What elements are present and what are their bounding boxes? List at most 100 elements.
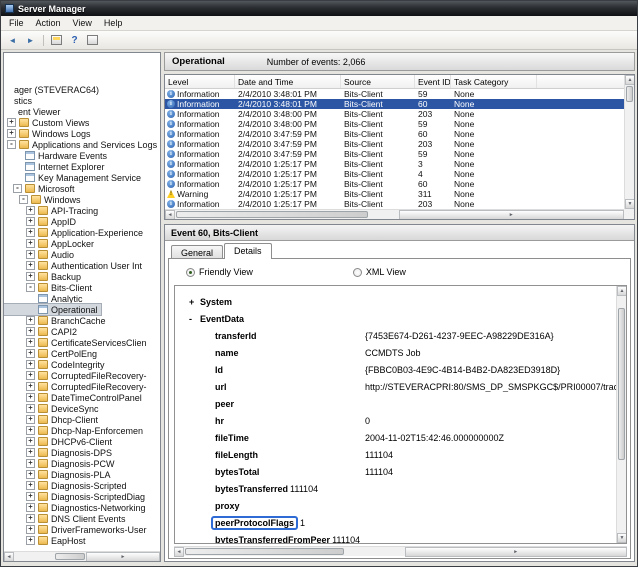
event-row[interactable]: Information 2/4/2010 1:25:17 PM Bits-Cli… bbox=[165, 169, 624, 179]
expand-toggle-icon[interactable]: + bbox=[26, 503, 35, 512]
menu-item[interactable]: Help bbox=[98, 17, 129, 29]
tree-item[interactable]: + DHCPv6-Client bbox=[4, 436, 115, 447]
event-list-horizontal-scrollbar[interactable] bbox=[165, 209, 624, 219]
tree-item[interactable]: + DateTimeControlPanel bbox=[4, 392, 145, 403]
expand-toggle-icon[interactable]: + bbox=[26, 261, 35, 270]
friendly-view-horizontal-scrollbar[interactable] bbox=[174, 546, 627, 556]
tree-item[interactable]: + CodeIntegrity bbox=[4, 359, 108, 370]
expand-toggle-icon[interactable]: + bbox=[26, 492, 35, 501]
menu-item[interactable]: View bbox=[67, 17, 98, 29]
column-header[interactable]: Level bbox=[165, 75, 235, 88]
expand-toggle-icon[interactable]: - bbox=[7, 140, 16, 149]
expand-toggle-icon[interactable]: + bbox=[26, 349, 35, 358]
tree-item[interactable]: + Dhcp-Client bbox=[4, 414, 101, 425]
forward-icon[interactable]: ► bbox=[23, 33, 38, 47]
expand-toggle-icon[interactable]: + bbox=[26, 514, 35, 523]
expand-toggle-icon[interactable]: + bbox=[26, 371, 35, 380]
expand-toggle-icon[interactable]: + bbox=[26, 404, 35, 413]
tree-item[interactable]: + API-Tracing bbox=[4, 205, 101, 216]
tree-horizontal-scrollbar[interactable] bbox=[4, 551, 160, 561]
tree-item[interactable]: + EapHost bbox=[4, 535, 89, 546]
event-row[interactable]: Information 2/4/2010 3:47:59 PM Bits-Cli… bbox=[165, 129, 624, 139]
tree-item[interactable]: Key Management Service bbox=[4, 172, 144, 183]
tree-item[interactable]: + DriverFrameworks-User bbox=[4, 524, 150, 535]
tree-item[interactable]: + Authentication User Int bbox=[4, 260, 145, 271]
friendly-view-radio[interactable] bbox=[186, 268, 195, 277]
event-row[interactable]: Information 2/4/2010 1:25:17 PM Bits-Cli… bbox=[165, 179, 624, 189]
menu-item[interactable]: File bbox=[3, 17, 30, 29]
expand-toggle-icon[interactable]: + bbox=[26, 393, 35, 402]
expand-toggle-icon[interactable]: + bbox=[26, 525, 35, 534]
tree-item[interactable]: + Application-Experience bbox=[4, 227, 146, 238]
tree-item[interactable]: + Diagnosis-PLA bbox=[4, 469, 114, 480]
section-expand-sign[interactable]: - bbox=[189, 314, 200, 324]
scrollbar-thumb[interactable] bbox=[55, 553, 85, 560]
tree-item[interactable]: - Bits-Client bbox=[4, 282, 95, 293]
scrollbar-track[interactable] bbox=[184, 547, 405, 556]
event-row[interactable]: Information 2/4/2010 3:47:59 PM Bits-Cli… bbox=[165, 139, 624, 149]
expand-toggle-icon[interactable]: + bbox=[26, 459, 35, 468]
tree-item[interactable]: + CorruptedFileRecovery- bbox=[4, 370, 150, 381]
action-pane-toggle-icon[interactable] bbox=[85, 33, 100, 47]
scroll-right-button[interactable] bbox=[399, 210, 625, 220]
event-row[interactable]: Information 2/4/2010 3:48:00 PM Bits-Cli… bbox=[165, 109, 624, 119]
expand-toggle-icon[interactable]: + bbox=[26, 228, 35, 237]
scrollbar-track[interactable] bbox=[625, 85, 634, 199]
tree-item[interactable]: + Audio bbox=[4, 249, 77, 260]
scroll-down-button[interactable] bbox=[617, 533, 627, 543]
tree-item[interactable]: + BranchCache bbox=[4, 315, 109, 326]
expand-toggle-icon[interactable]: + bbox=[26, 206, 35, 215]
tree-item[interactable]: - Windows bbox=[4, 194, 84, 205]
expand-toggle-icon[interactable]: + bbox=[26, 437, 35, 446]
column-header[interactable]: Task Category bbox=[451, 75, 537, 88]
scrollbar-thumb[interactable] bbox=[618, 308, 625, 460]
tree-item[interactable]: + Diagnosis-ScriptedDiag bbox=[4, 491, 148, 502]
scroll-up-button[interactable] bbox=[625, 75, 635, 85]
back-icon[interactable]: ◄ bbox=[5, 33, 20, 47]
tree-item[interactable]: Hardware Events bbox=[4, 150, 110, 161]
tree-item[interactable]: + Windows Logs bbox=[4, 128, 94, 139]
expand-toggle-icon[interactable]: + bbox=[26, 217, 35, 226]
fv-section-row[interactable]: + System bbox=[183, 293, 616, 310]
tree-item[interactable]: ent Viewer bbox=[4, 106, 63, 117]
column-header[interactable]: Source bbox=[341, 75, 415, 88]
tree-item[interactable]: + DeviceSync bbox=[4, 403, 102, 414]
tree-item[interactable]: + Diagnosis-PCW bbox=[4, 458, 118, 469]
tree-item[interactable]: + Dhcp-Nap-Enforcemen bbox=[4, 425, 146, 436]
expand-toggle-icon[interactable]: + bbox=[26, 536, 35, 545]
expand-toggle-icon[interactable]: - bbox=[19, 195, 28, 204]
expand-toggle-icon[interactable]: + bbox=[26, 239, 35, 248]
scroll-down-button[interactable] bbox=[625, 199, 635, 209]
scroll-right-button[interactable] bbox=[405, 547, 628, 557]
tree-item[interactable]: Operational bbox=[4, 304, 101, 315]
scrollbar-track[interactable] bbox=[175, 210, 399, 219]
tree-item[interactable]: + CorruptedFileRecovery- bbox=[4, 381, 150, 392]
help-icon[interactable]: ? bbox=[67, 33, 82, 47]
scroll-right-button[interactable] bbox=[86, 552, 160, 562]
scrollbar-thumb[interactable] bbox=[176, 211, 368, 218]
event-row[interactable]: Warning 2/4/2010 1:25:17 PM Bits-Client … bbox=[165, 189, 624, 199]
tree-item[interactable]: + CAPI2 bbox=[4, 326, 80, 337]
tree-item[interactable]: + CertPolEng bbox=[4, 348, 100, 359]
expand-toggle-icon[interactable]: + bbox=[26, 382, 35, 391]
event-row[interactable]: Information 2/4/2010 3:48:01 PM Bits-Cli… bbox=[165, 99, 624, 109]
tree-item[interactable]: + AppID bbox=[4, 216, 79, 227]
fv-section-row[interactable]: - EventData bbox=[183, 310, 616, 327]
expand-toggle-icon[interactable]: + bbox=[26, 327, 35, 336]
scroll-left-button[interactable] bbox=[174, 547, 184, 557]
scrollbar-track[interactable] bbox=[617, 296, 626, 533]
scrollbar-thumb[interactable] bbox=[185, 548, 344, 555]
tree-item[interactable]: ager (STEVERAC64) bbox=[4, 84, 102, 95]
tree-item[interactable]: Internet Explorer bbox=[4, 161, 108, 172]
tree-item[interactable]: + Diagnosis-Scripted bbox=[4, 480, 130, 491]
event-row[interactable]: Information 2/4/2010 1:25:17 PM Bits-Cli… bbox=[165, 199, 624, 209]
tree-item[interactable]: - Microsoft bbox=[4, 183, 78, 194]
expand-toggle-icon[interactable]: + bbox=[26, 338, 35, 347]
scroll-left-button[interactable] bbox=[165, 210, 175, 220]
detail-tab[interactable]: Details bbox=[224, 243, 272, 259]
detail-tab[interactable]: General bbox=[171, 245, 223, 259]
column-header[interactable]: Date and Time bbox=[235, 75, 341, 88]
xml-view-radio[interactable] bbox=[353, 268, 362, 277]
event-row[interactable]: Information 2/4/2010 1:25:17 PM Bits-Cli… bbox=[165, 159, 624, 169]
scrollbar-thumb[interactable] bbox=[626, 86, 633, 102]
